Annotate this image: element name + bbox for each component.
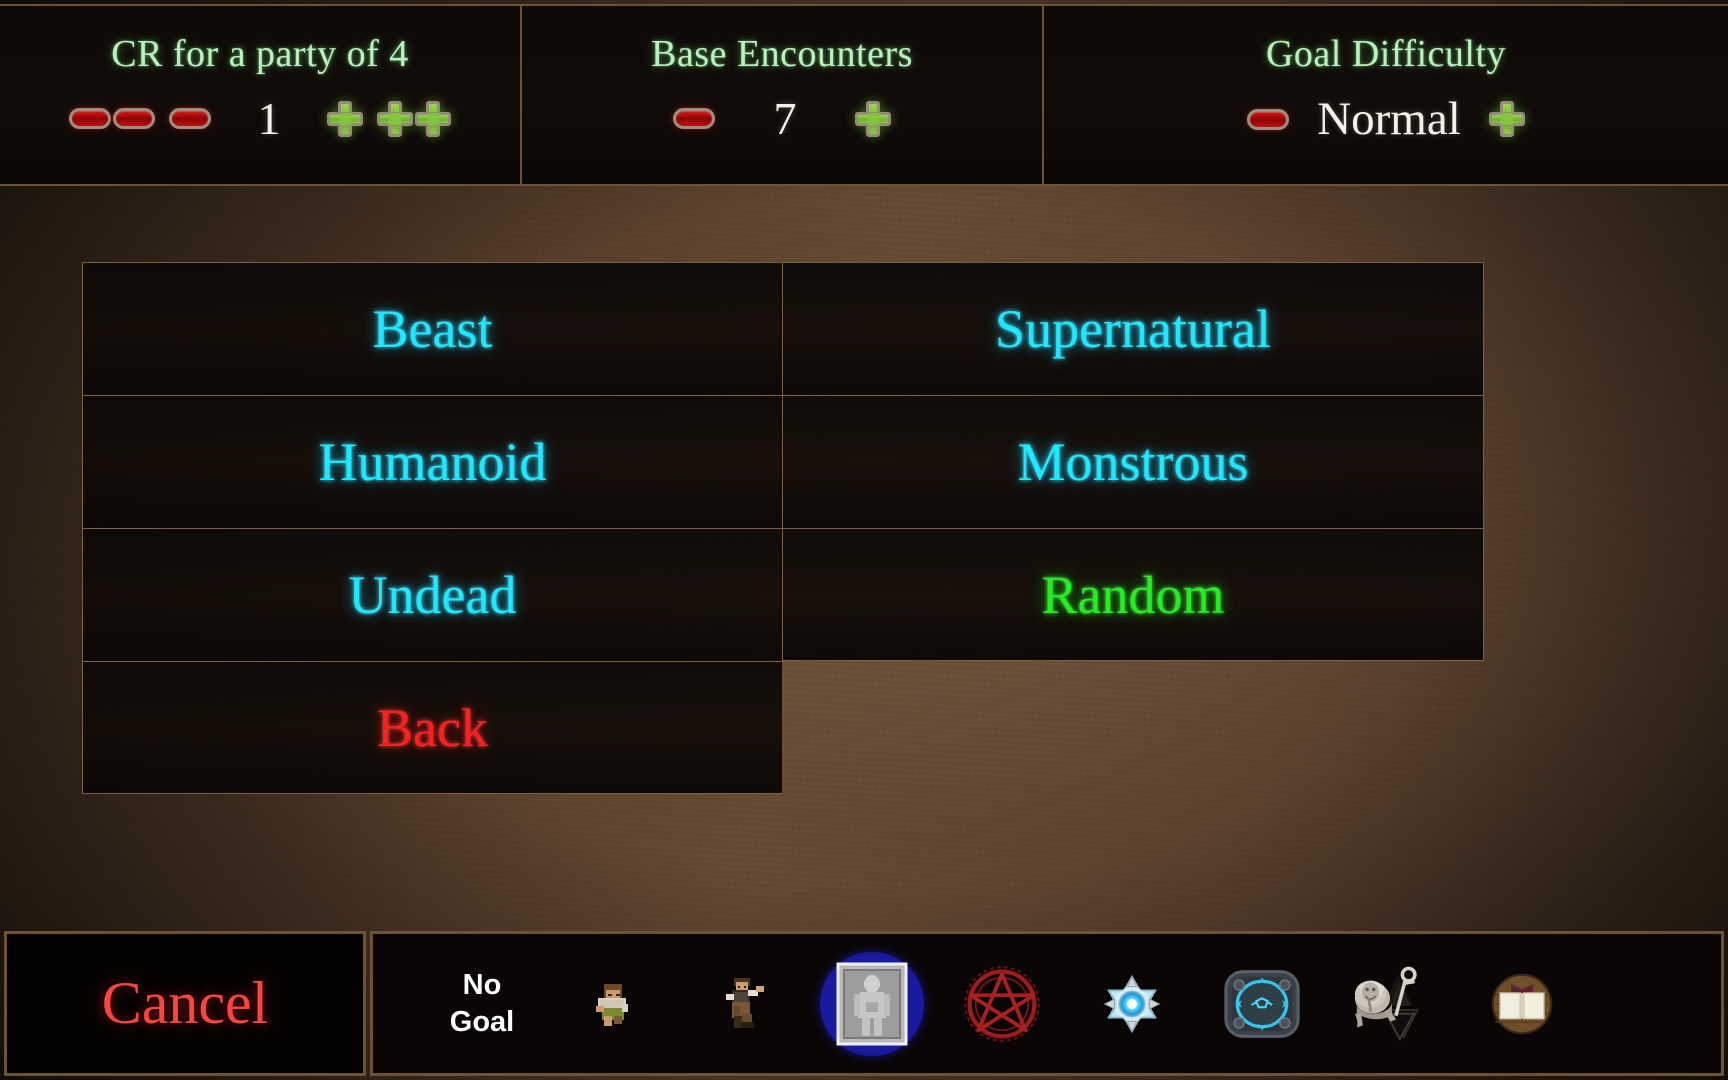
stat-value-goal-difficulty: Normal — [1317, 93, 1461, 145]
stat-title-goal-difficulty: Goal Difficulty — [1265, 33, 1507, 75]
cr-increment-large-button[interactable] — [415, 100, 451, 137]
red-pentagram-summoning-circle-icon: ᛉ ᚱ ᚾ — [960, 962, 1044, 1046]
goal-option-stone-statue-tablet[interactable] — [807, 944, 937, 1064]
top-stat-bar: CR for a party of 4 1 Base Encounters 7 … — [0, 0, 1728, 190]
stat-panel-goal-difficulty: Goal Difficulty Normal — [1044, 4, 1728, 186]
menu-label-random: Random — [1041, 564, 1225, 625]
svg-text:ᛉ: ᛉ — [1000, 984, 1004, 992]
menu-button-monstrous[interactable]: Monstrous — [782, 395, 1484, 528]
stat-panel-base-encounters: Base Encounters 7 — [522, 4, 1044, 186]
goal-option-portal-platform[interactable] — [1197, 944, 1327, 1064]
goal-selector-strip: No Goal ᛉ ᚱ ᚾ — [370, 931, 1724, 1076]
menu-label-monstrous: Monstrous — [1017, 432, 1249, 492]
stat-panel-cr-party: CR for a party of 4 1 — [0, 4, 522, 186]
menu-label-undead: Undead — [348, 565, 517, 625]
stone-statue-tablet-icon — [836, 962, 908, 1046]
encounter-type-menu: Beast Supernatural Humanoid Monstrous Un… — [82, 262, 1484, 794]
menu-button-humanoid[interactable]: Humanoid — [82, 395, 782, 528]
menu-label-back: Back — [377, 697, 488, 758]
menu-button-random[interactable]: Random — [782, 528, 1484, 661]
goal-option-crystal-star[interactable] — [1067, 944, 1197, 1064]
gesturing-villager-icon — [710, 972, 774, 1036]
stat-controls-base-encounters: 7 — [522, 92, 1042, 145]
stat-value-cr-party: 1 — [257, 93, 281, 144]
stat-controls-cr-party: 1 — [0, 92, 520, 145]
cr-decrement-small-button[interactable] — [169, 108, 211, 129]
menu-label-beast: Beast — [372, 299, 493, 359]
crouching-peasant-icon — [580, 972, 644, 1036]
goal-difficulty-decrement-button[interactable] — [1247, 108, 1290, 130]
base-encounters-decrement-button[interactable] — [673, 108, 715, 129]
blue-ringed-portal-platform-icon — [1220, 966, 1304, 1042]
stat-value-base-encounters: 7 — [773, 93, 797, 144]
cr-decrement-large-button[interactable] — [69, 108, 111, 129]
goal-option-crouching-peasant[interactable] — [547, 944, 677, 1064]
cr-increment-small-button[interactable] — [327, 100, 363, 137]
no-goal-label: No Goal — [449, 969, 515, 1038]
goal-option-gargoyle-statue[interactable] — [1327, 944, 1457, 1064]
game-screen: CR for a party of 4 1 Base Encounters 7 … — [0, 0, 1728, 1080]
goal-option-no-goal[interactable]: No Goal — [417, 944, 547, 1064]
menu-button-supernatural[interactable]: Supernatural — [782, 262, 1484, 395]
open-book-icon — [1491, 973, 1553, 1035]
stat-title-cr-party: CR for a party of 4 — [111, 33, 409, 75]
menu-label-supernatural: Supernatural — [995, 299, 1271, 359]
menu-label-humanoid: Humanoid — [318, 432, 547, 492]
base-encounters-increment-button[interactable] — [855, 100, 891, 137]
menu-empty-cell — [782, 661, 1484, 794]
cancel-button[interactable]: Cancel — [4, 931, 366, 1076]
bottom-action-bar: Cancel No Goal ᛉ ᚱ ᚾ — [0, 927, 1728, 1080]
goal-option-gesturing-villager[interactable] — [677, 944, 807, 1064]
cr-increment-medium-button[interactable] — [377, 100, 413, 137]
menu-button-undead[interactable]: Undead — [82, 528, 782, 661]
goal-option-open-book[interactable] — [1457, 944, 1587, 1064]
menu-button-back[interactable]: Back — [82, 661, 782, 794]
cr-decrement-medium-button[interactable] — [113, 108, 155, 129]
stat-title-base-encounters: Base Encounters — [651, 33, 913, 75]
gargoyle-statue-with-ankh-staff-icon — [1347, 962, 1437, 1046]
menu-button-beast[interactable]: Beast — [82, 262, 782, 395]
goal-difficulty-increment-button[interactable] — [1488, 101, 1525, 137]
stat-controls-goal-difficulty: Normal — [1044, 92, 1728, 146]
cancel-button-label: Cancel — [101, 970, 269, 1036]
blue-glowing-crystal-star-icon — [1101, 973, 1163, 1035]
svg-text:ᚱ: ᚱ — [982, 1013, 986, 1021]
goal-option-summoning-circle[interactable]: ᛉ ᚱ ᚾ — [937, 944, 1067, 1064]
svg-text:ᚾ: ᚾ — [1017, 1013, 1021, 1021]
